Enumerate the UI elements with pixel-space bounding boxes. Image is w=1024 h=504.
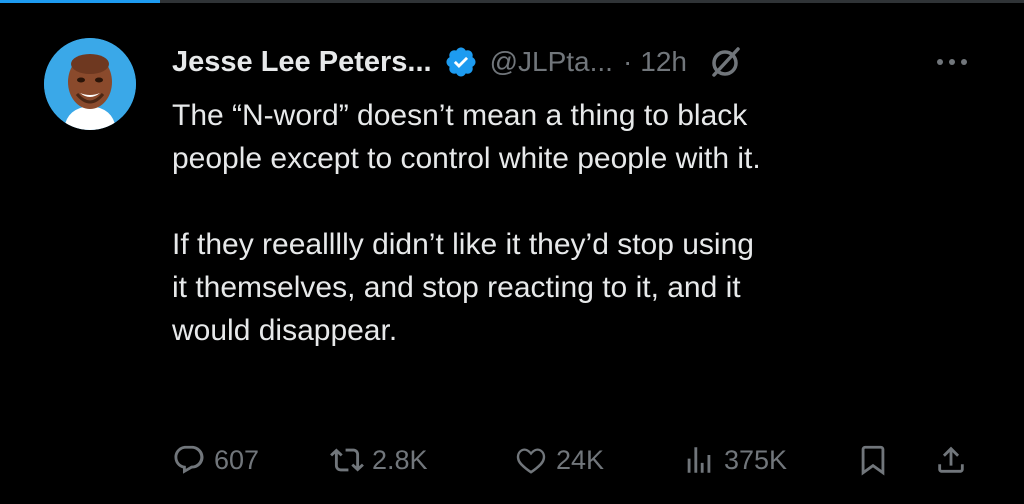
reply-count: 607 (214, 444, 260, 475)
like-count: 24K (556, 444, 605, 475)
bookmark-button[interactable] (856, 440, 890, 480)
grok-icon[interactable] (709, 45, 743, 79)
tab-indicator (0, 0, 160, 3)
action-bar: 607 2.8K 24K 375K (172, 440, 982, 480)
author-handle[interactable]: @JLPta... (490, 46, 613, 78)
more-icon[interactable] (932, 52, 972, 72)
avatar[interactable] (44, 38, 136, 130)
share-icon (934, 443, 968, 477)
repost-count: 2.8K (372, 444, 428, 475)
tweet-header: Jesse Lee Peters... @JLPta... · 12h (172, 40, 743, 84)
like-button[interactable]: 24K (514, 440, 604, 480)
tweet-paragraph: The “N-word” doesn’t mean a thing to bla… (172, 99, 761, 175)
reply-button[interactable]: 607 (172, 440, 259, 480)
bookmark-icon (856, 443, 890, 477)
tweet-paragraph: If they reealllly didn’t like it they’d … (172, 228, 754, 347)
view-count: 375K (724, 444, 788, 475)
verified-badge-icon[interactable] (444, 45, 478, 79)
views-button[interactable]: 375K (682, 440, 787, 480)
repost-button[interactable]: 2.8K (330, 440, 428, 480)
separator-dot: · (622, 46, 633, 77)
tweet-text: The “N-word” doesn’t mean a thing to bla… (172, 94, 992, 352)
share-button[interactable] (934, 440, 968, 480)
author-name[interactable]: Jesse Lee Peters... (172, 46, 432, 79)
avatar-illustration (44, 38, 136, 130)
views-icon (682, 443, 716, 477)
repost-icon (330, 443, 364, 477)
reply-icon (172, 443, 206, 477)
timestamp[interactable]: 12h (640, 46, 687, 78)
heart-icon (514, 443, 548, 477)
